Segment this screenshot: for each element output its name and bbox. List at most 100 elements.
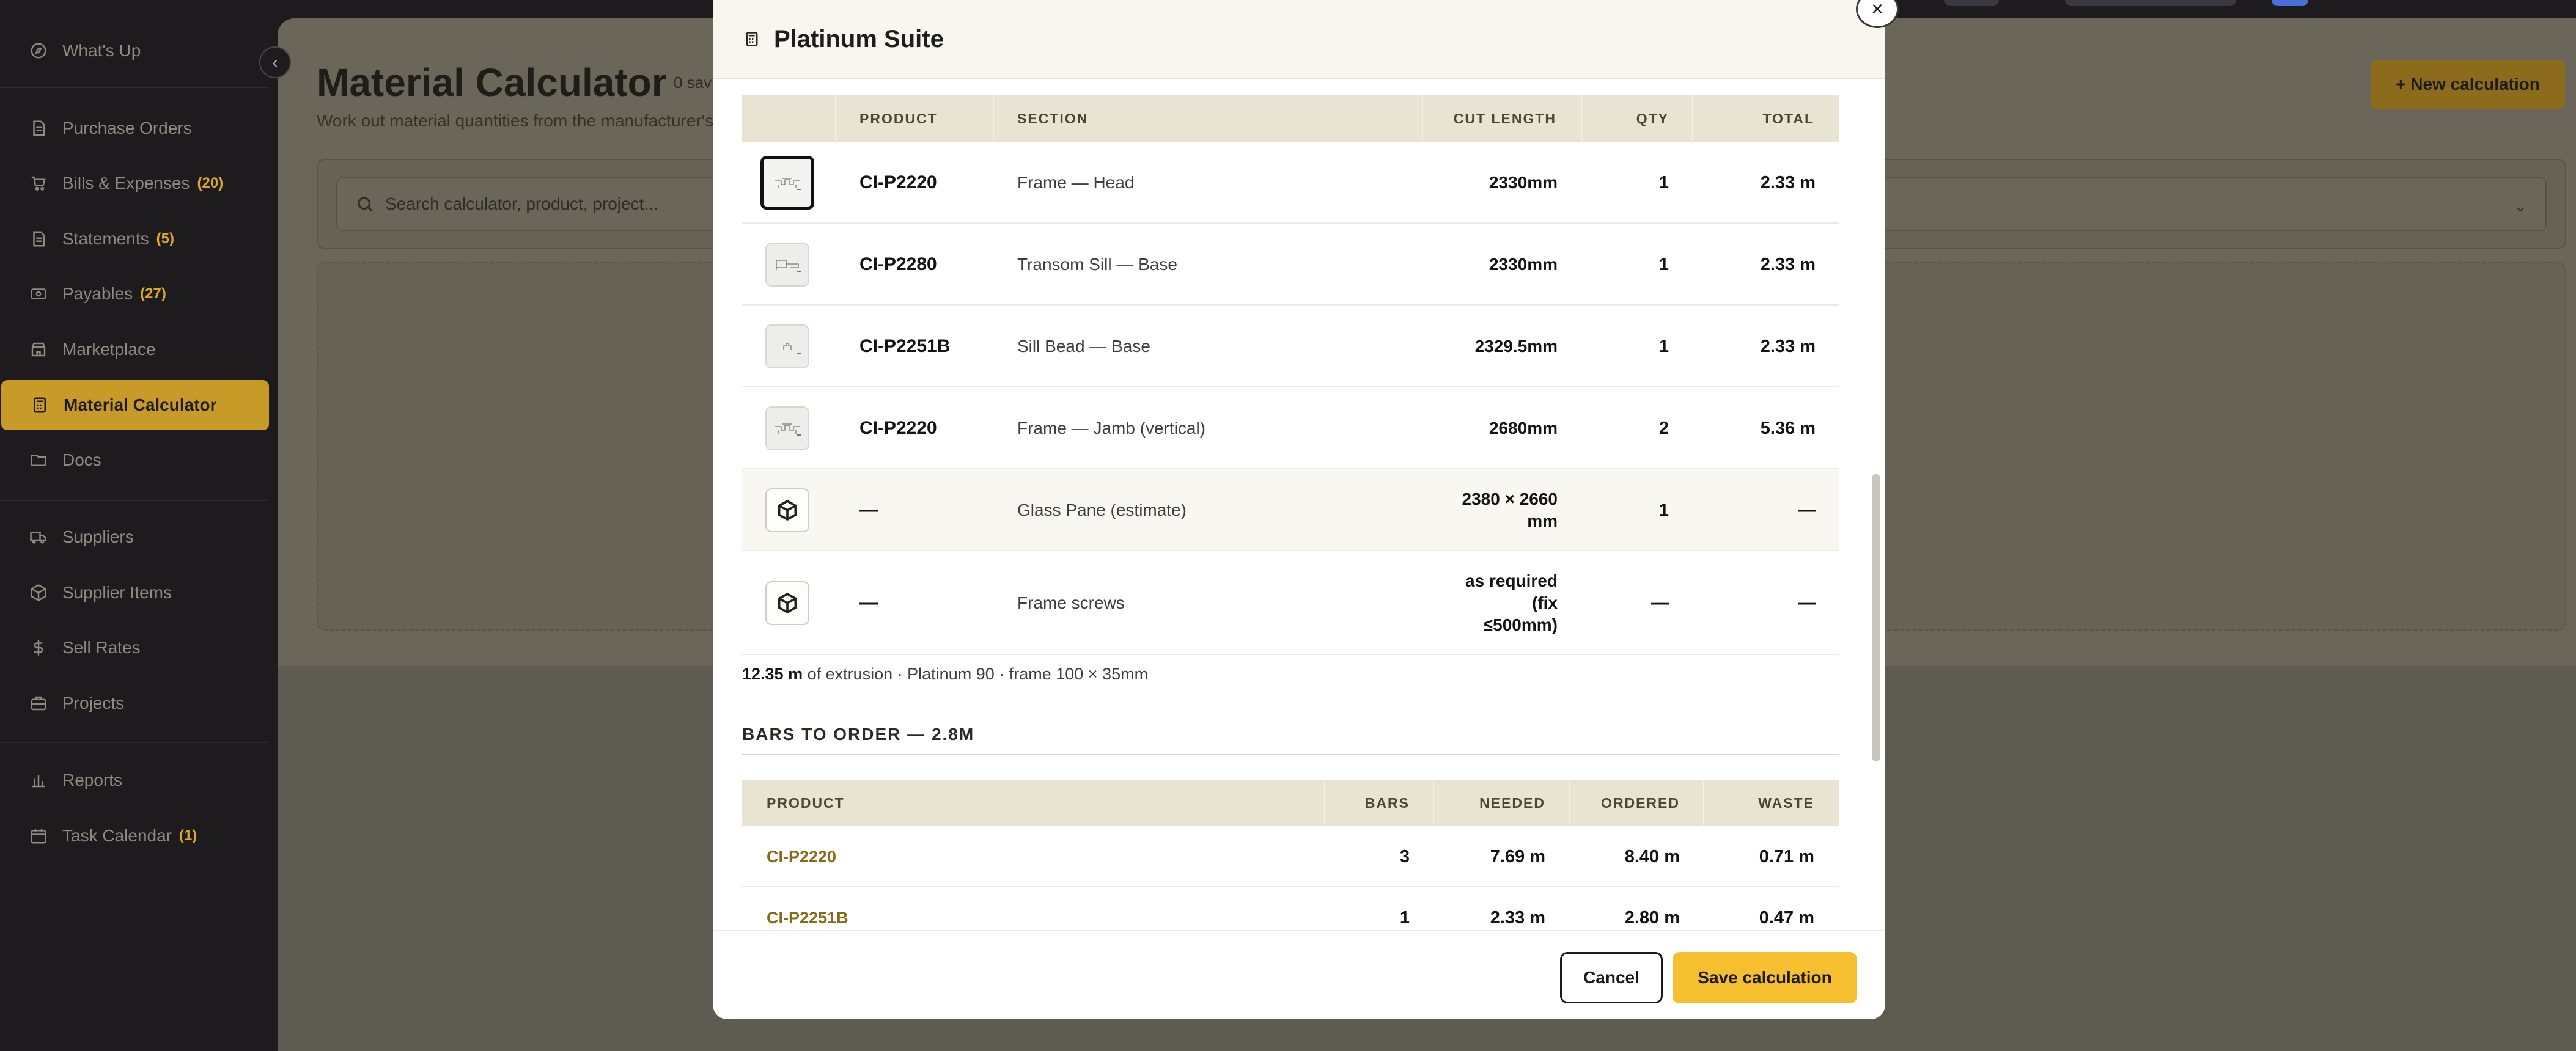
- sidebar-item-label: Supplier Items: [62, 583, 172, 602]
- sidebar-item-task-calendar[interactable]: Task Calendar (1): [0, 811, 269, 861]
- sidebar-item-label: Purchase Orders: [62, 119, 192, 137]
- sidebar-item-material-calculator[interactable]: Material Calculator: [1, 380, 269, 430]
- product-link[interactable]: CI-P2220: [767, 826, 836, 887]
- quantity: 1: [1658, 172, 1669, 192]
- profile-thumbnail[interactable]: [760, 156, 814, 210]
- sidebar-item-projects[interactable]: Projects: [0, 678, 269, 728]
- product-code: CI-P2220: [859, 172, 937, 192]
- sidebar-divider: [0, 87, 269, 88]
- sidebar-item-suppliers[interactable]: Suppliers: [0, 512, 269, 562]
- cut-length-line: ≤500mm): [1483, 615, 1558, 634]
- table-row[interactable]: — Glass Pane (estimate) 2380 × 2660 mm 1…: [742, 469, 1839, 551]
- sidebar-divider: [0, 500, 269, 501]
- modal-scrollbar[interactable]: [1872, 474, 1880, 761]
- product-code: CI-P2251B: [859, 336, 951, 356]
- save-calculation-button[interactable]: Save calculation: [1673, 952, 1857, 1003]
- sidebar-item-payables[interactable]: Payables (27): [0, 269, 269, 319]
- table-header: PRODUCT BARS NEEDED ORDERED WASTE: [742, 780, 1839, 826]
- section-name: Frame screws: [1017, 593, 1125, 612]
- table-row[interactable]: CI-P2280 Transom Sill — Base 2330mm 1 2.…: [742, 224, 1839, 306]
- calculator-icon: [31, 396, 49, 414]
- folder-icon: [29, 451, 48, 469]
- collapse-sidebar-button[interactable]: ‹: [259, 46, 291, 78]
- summary-length: 12.35 m: [742, 665, 803, 683]
- page-title: Material Calculator: [317, 60, 667, 104]
- table-row[interactable]: CI-P2220 Frame — Head 2330mm 1 2.33 m: [742, 142, 1839, 224]
- table-row: CI-P2220 3 7.69 m 8.40 m 0.71 m: [742, 826, 1839, 887]
- ordered-length: 8.40 m: [1624, 846, 1680, 866]
- sidebar-item-label: Statements: [62, 229, 149, 248]
- summary-details: of extrusion · Platinum 90 · frame 100 ×…: [803, 665, 1149, 683]
- package-icon: [778, 592, 797, 614]
- profile-drawing-icon: [776, 260, 801, 272]
- sidebar-item-whats-up[interactable]: What's Up: [0, 26, 269, 76]
- cut-length-line: mm: [1527, 511, 1558, 530]
- profile-drawing-icon: [775, 423, 801, 436]
- avatar[interactable]: [2272, 0, 2308, 6]
- profile-thumbnail[interactable]: [765, 406, 809, 450]
- sidebar-item-bills-expenses[interactable]: Bills & Expenses (20): [0, 158, 269, 208]
- sidebar-item-docs[interactable]: Docs: [0, 435, 269, 485]
- profile-drawing-icon: [775, 178, 801, 190]
- modal-footer: Cancel Save calculation: [713, 930, 1885, 1019]
- banknote-icon: [29, 285, 48, 303]
- sidebar-item-reports[interactable]: Reports: [0, 755, 269, 805]
- top-bar-control[interactable]: [1944, 0, 1999, 6]
- total-length: 5.36 m: [1760, 418, 1816, 438]
- product-link[interactable]: CI-P2251B: [767, 887, 848, 930]
- sidebar-item-purchase-orders[interactable]: Purchase Orders: [0, 103, 269, 153]
- cancel-button[interactable]: Cancel: [1560, 952, 1663, 1003]
- sidebar-item-label: Marketplace: [62, 340, 156, 359]
- count-badge: (27): [140, 285, 166, 302]
- cut-length: 2330mm: [1489, 255, 1558, 274]
- package-thumbnail[interactable]: [765, 581, 809, 625]
- table-row[interactable]: CI-P2251B Sill Bead — Base 2329.5mm 1 2.…: [742, 306, 1839, 387]
- page-subtitle: Work out material quantities from the ma…: [317, 111, 714, 130]
- search-icon: [358, 197, 373, 212]
- column-header-waste: WASTE: [1758, 794, 1814, 811]
- count-badge: (1): [178, 827, 197, 844]
- profile-thumbnail[interactable]: [765, 324, 809, 368]
- sidebar-item-statements[interactable]: Statements (5): [0, 214, 269, 264]
- quantity: 1: [1658, 336, 1669, 356]
- briefcase-icon: [29, 694, 48, 712]
- quantity: 2: [1658, 418, 1669, 438]
- store-icon: [29, 340, 48, 359]
- calculator-icon: [746, 32, 758, 46]
- cut-length: 2330mm: [1489, 173, 1558, 192]
- total-length: 2.33 m: [1760, 336, 1816, 356]
- profile-thumbnail[interactable]: [765, 243, 809, 287]
- new-calculation-button[interactable]: + New calculation: [2371, 60, 2565, 109]
- cut-length-line: (fix: [1532, 593, 1558, 612]
- chevron-down-icon[interactable]: ⌄: [2514, 197, 2527, 216]
- sidebar-item-label: Reports: [62, 771, 123, 789]
- bars-table: PRODUCT BARS NEEDED ORDERED WASTE CI-P22…: [742, 780, 1839, 930]
- column-header-total: TOTAL: [1762, 110, 1814, 126]
- sidebar-item-label: Sell Rates: [62, 638, 141, 657]
- sidebar-item-label: Material Calculator: [64, 395, 217, 414]
- close-icon: ×: [1871, 0, 1883, 21]
- column-divider: [1422, 95, 1423, 142]
- count-badge: (5): [156, 230, 174, 247]
- column-header-bars: BARS: [1364, 794, 1410, 811]
- truck-icon: [29, 528, 48, 546]
- column-header-section: SECTION: [1017, 110, 1089, 126]
- sidebar-item-supplier-items[interactable]: Supplier Items: [0, 568, 269, 618]
- compass-icon: [29, 42, 48, 60]
- search-placeholder: Search calculator, product, project...: [385, 194, 658, 213]
- column-header-ordered: ORDERED: [1600, 794, 1680, 811]
- sidebar-item-marketplace[interactable]: Marketplace: [0, 324, 269, 375]
- sidebar-item-sell-rates[interactable]: Sell Rates: [0, 623, 269, 673]
- table-row[interactable]: — Frame screws as required (fix ≤500mm) …: [742, 551, 1839, 655]
- top-bar-control[interactable]: [2065, 0, 2236, 6]
- section-name: Sill Bead — Base: [1017, 337, 1150, 356]
- product-code: —: [859, 500, 878, 520]
- column-header-product: PRODUCT: [767, 794, 845, 811]
- column-divider: [1324, 780, 1325, 826]
- column-header-product: PRODUCT: [859, 110, 938, 126]
- cut-length: as required (fix ≤500mm): [1422, 551, 1558, 655]
- total-length: 2.33 m: [1760, 254, 1816, 274]
- cut-length-line: 2380 × 2660: [1462, 489, 1558, 508]
- table-row[interactable]: CI-P2220 Frame — Jamb (vertical) 2680mm …: [742, 387, 1839, 469]
- package-thumbnail[interactable]: [765, 488, 809, 532]
